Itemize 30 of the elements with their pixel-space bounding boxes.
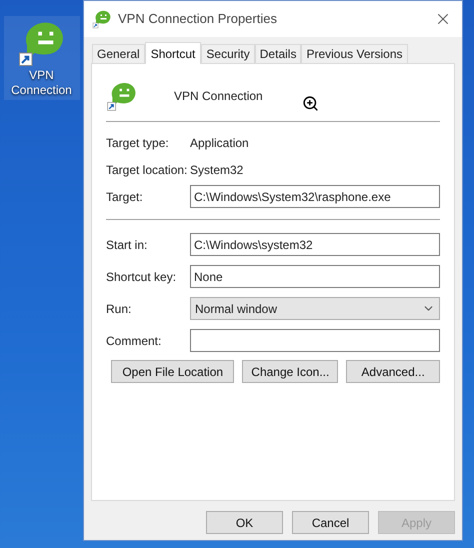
- tab[interactable]: Previous Versions: [301, 44, 408, 63]
- info-value: Application: [190, 134, 249, 152]
- field-label: Shortcut key:: [106, 268, 178, 286]
- input-field[interactable]: C:\Windows\system32: [190, 233, 440, 256]
- dialog-button[interactable]: Advanced...: [346, 360, 440, 383]
- window-title: VPN Connection Properties: [118, 10, 278, 28]
- dialog-button[interactable]: Change Icon...: [242, 360, 338, 383]
- field-label: Target:: [106, 188, 144, 206]
- tab[interactable]: Security: [201, 44, 255, 63]
- run-dropdown[interactable]: Normal window: [190, 297, 440, 320]
- input-field[interactable]: [190, 329, 440, 352]
- tab[interactable]: General: [92, 44, 145, 63]
- info-value: System32: [190, 162, 244, 178]
- zoom-cursor-icon: [302, 95, 319, 112]
- dialog-button[interactable]: Open File Location: [111, 360, 234, 383]
- info-label: Target type:: [106, 134, 170, 152]
- chat-bubble-icon: [92, 9, 112, 29]
- field-label: Run:: [106, 300, 132, 318]
- info-label: Target location:: [106, 162, 188, 178]
- dialog-button[interactable]: OK: [206, 511, 283, 534]
- field-label: Comment:: [106, 332, 162, 350]
- field-label: Start in:: [106, 236, 148, 254]
- chat-bubble-icon: [106, 80, 138, 112]
- input-field[interactable]: None: [190, 265, 440, 288]
- dialog-button[interactable]: Cancel: [292, 511, 369, 534]
- tab[interactable]: Shortcut: [144, 42, 202, 64]
- input-field[interactable]: C:\Windows\System32\rasphone.exe: [190, 185, 440, 208]
- tab[interactable]: Details: [254, 44, 302, 63]
- shortcut-name: VPN Connection: [174, 88, 263, 105]
- desktop-icon[interactable]: VPN Connection: [4, 16, 80, 100]
